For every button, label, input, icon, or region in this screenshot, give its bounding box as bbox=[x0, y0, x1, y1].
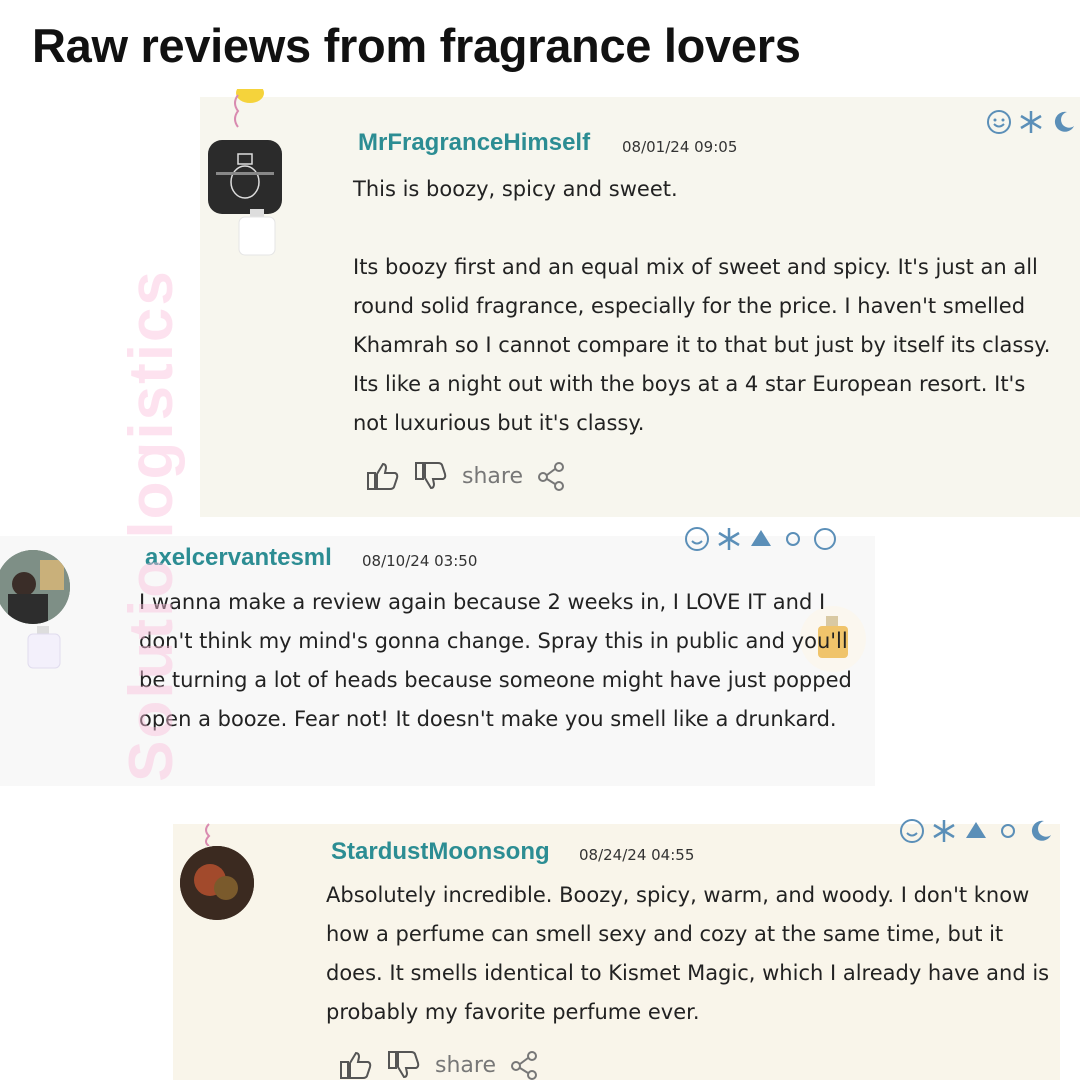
review-card-1: MrFragranceHimself 08/01/24 09:05 This i… bbox=[200, 83, 1080, 517]
review-actions: share bbox=[366, 461, 571, 491]
share-label[interactable]: share bbox=[435, 1053, 496, 1078]
username[interactable]: MrFragranceHimself bbox=[358, 129, 590, 157]
season-icons bbox=[899, 818, 1053, 844]
sun-icon[interactable] bbox=[995, 818, 1021, 844]
share-icon[interactable] bbox=[537, 461, 571, 491]
smiley-icon[interactable] bbox=[986, 109, 1012, 135]
snowflake-icon[interactable] bbox=[1018, 109, 1044, 135]
watermark: Solutio logistics bbox=[116, 269, 186, 782]
avatar[interactable] bbox=[180, 846, 254, 920]
perfume-bottle-icon bbox=[233, 207, 281, 261]
perfume-bottle-icon bbox=[24, 624, 64, 674]
review-text: Absolutely incredible. Boozy, spicy, war… bbox=[326, 876, 1052, 1032]
leaf-icon[interactable] bbox=[748, 526, 774, 552]
review-text: This is boozy, spicy and sweet. Its booz… bbox=[353, 170, 1065, 443]
review-actions: share bbox=[339, 1050, 544, 1080]
review-paragraph: I wanna make a review again because 2 we… bbox=[139, 590, 852, 731]
share-label[interactable]: share bbox=[462, 464, 523, 489]
review-paragraph: Its boozy first and an equal mix of swee… bbox=[353, 255, 1051, 435]
review-text: I wanna make a review again because 2 we… bbox=[139, 583, 869, 739]
leaf-icon[interactable] bbox=[963, 818, 989, 844]
moon-icon[interactable] bbox=[812, 526, 838, 552]
thumbs-down-icon[interactable] bbox=[414, 461, 448, 491]
smiley-icon[interactable] bbox=[684, 526, 710, 552]
balloon-icon bbox=[228, 83, 268, 143]
season-icons bbox=[986, 109, 1076, 135]
snowflake-icon[interactable] bbox=[716, 526, 742, 552]
timestamp: 08/24/24 04:55 bbox=[579, 846, 695, 864]
snowflake-icon[interactable] bbox=[931, 818, 957, 844]
thumbs-up-icon[interactable] bbox=[366, 461, 400, 491]
season-icons bbox=[684, 526, 838, 552]
sun-icon[interactable] bbox=[780, 526, 806, 552]
moon-icon[interactable] bbox=[1050, 109, 1076, 135]
thumbs-down-icon[interactable] bbox=[387, 1050, 421, 1080]
avatar[interactable] bbox=[208, 140, 282, 214]
share-icon[interactable] bbox=[510, 1050, 544, 1080]
timestamp: 08/01/24 09:05 bbox=[622, 138, 738, 156]
moon-icon[interactable] bbox=[1027, 818, 1053, 844]
timestamp: 08/10/24 03:50 bbox=[362, 552, 478, 570]
thumbs-up-icon[interactable] bbox=[339, 1050, 373, 1080]
avatar[interactable] bbox=[0, 550, 70, 624]
review-paragraph: Absolutely incredible. Boozy, spicy, war… bbox=[326, 883, 1050, 1024]
review-paragraph: This is boozy, spicy and sweet. bbox=[353, 177, 678, 201]
page-heading: Raw reviews from fragrance lovers bbox=[32, 19, 801, 72]
smiley-icon[interactable] bbox=[899, 818, 925, 844]
review-card-3: StardustMoonsong 08/24/24 04:55 Absolute… bbox=[173, 819, 1060, 1080]
username[interactable]: StardustMoonsong bbox=[331, 838, 550, 866]
